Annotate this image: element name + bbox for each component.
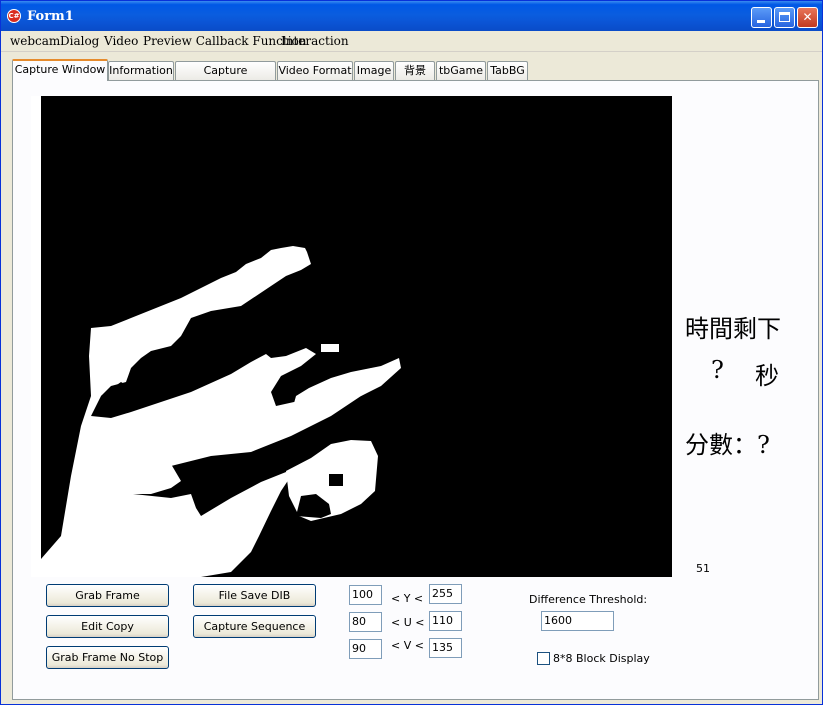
minimize-button[interactable]: [751, 7, 772, 28]
tab-background[interactable]: 背景: [395, 61, 435, 80]
window-title: Form1: [27, 9, 74, 24]
time-unit-label: 秒: [755, 362, 779, 390]
score-label: 分數：?: [685, 431, 770, 459]
minimize-icon: [757, 20, 765, 23]
y-max-input[interactable]: 255: [429, 584, 462, 604]
maximize-icon: [779, 12, 790, 22]
y-min-input[interactable]: 100: [349, 585, 382, 605]
v-range-label: < V <: [391, 639, 424, 652]
menu-dialog[interactable]: Dialog: [60, 34, 99, 48]
time-remaining-value: ?: [711, 356, 724, 384]
tab-tabbg[interactable]: TabBG: [487, 61, 528, 80]
menu-video[interactable]: Video: [104, 34, 138, 48]
menu-interaction[interactable]: Interaction: [281, 34, 349, 48]
app-icon: C#: [7, 9, 21, 23]
tab-information[interactable]: Information: [108, 61, 174, 80]
maximize-button[interactable]: [774, 7, 795, 28]
grab-frame-button[interactable]: Grab Frame: [46, 584, 169, 607]
tab-capture-parameter[interactable]: Capture Parameter: [175, 61, 276, 95]
time-remaining-label: 時間剩下: [685, 315, 781, 343]
title-bar[interactable]: C# Form1 ✕: [1, 1, 822, 31]
tab-capture-window[interactable]: Capture Window: [12, 59, 108, 81]
grab-frame-no-stop-button[interactable]: Grab Frame No Stop: [46, 646, 169, 669]
difference-threshold-label: Difference Threshold:: [529, 593, 648, 606]
capture-preview[interactable]: [31, 96, 672, 577]
close-icon: ✕: [802, 10, 813, 24]
v-max-input[interactable]: 135: [429, 638, 462, 658]
frame-counter: 51: [696, 562, 710, 575]
main-window: C# Form1 ✕ webcam Dialog Video Preview C…: [0, 0, 823, 705]
file-save-dib-button[interactable]: File Save DIB: [193, 584, 316, 607]
close-button[interactable]: ✕: [797, 7, 818, 28]
block-display-label: 8*8 Block Display: [553, 652, 650, 665]
tab-video-format[interactable]: Video Format: [277, 61, 353, 80]
tab-image[interactable]: Image: [354, 61, 394, 80]
v-min-input[interactable]: 90: [349, 639, 382, 659]
capture-window-page: 時間剩下 ? 秒 分數：? 51 Grab Frame Edit Copy Gr…: [12, 80, 819, 700]
menu-bar: webcam Dialog Video Preview Callback Fun…: [1, 31, 822, 52]
u-range-label: < U <: [391, 616, 425, 629]
difference-threshold-input[interactable]: 1600: [541, 611, 614, 631]
menu-webcam[interactable]: webcam: [10, 34, 60, 48]
y-range-label: < Y <: [391, 592, 424, 605]
u-min-input[interactable]: 80: [349, 612, 382, 632]
tab-tbgame[interactable]: tbGame: [436, 61, 486, 80]
capture-frame-image: [31, 96, 672, 577]
u-max-input[interactable]: 110: [429, 611, 462, 631]
edit-copy-button[interactable]: Edit Copy: [46, 615, 169, 638]
block-display-checkbox[interactable]: [537, 652, 550, 665]
capture-sequence-button[interactable]: Capture Sequence: [193, 615, 316, 638]
